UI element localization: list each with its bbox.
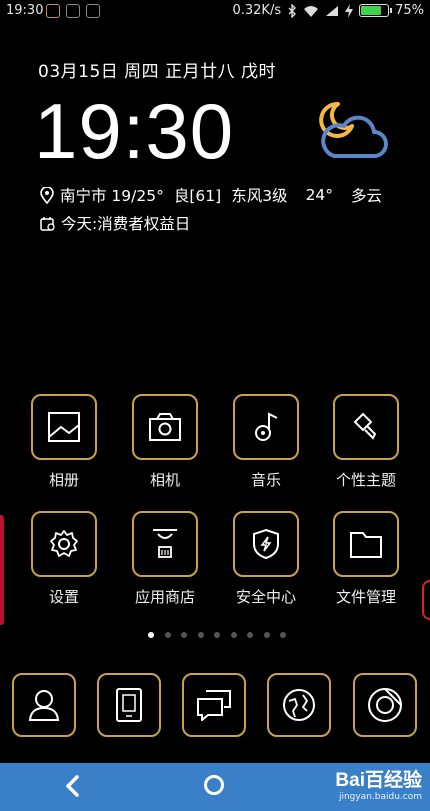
settings-gear-icon xyxy=(50,530,78,557)
app-gallery[interactable]: 相册 xyxy=(26,394,102,490)
app-label: 文件管理 xyxy=(335,588,396,606)
dock-contacts[interactable] xyxy=(12,673,76,737)
watermark-brand: Bai百经验 xyxy=(335,770,422,791)
security-shield-icon xyxy=(253,528,279,560)
today-event: 今天:消费者权益日 xyxy=(61,215,191,233)
page-dot[interactable] xyxy=(280,632,286,638)
home-icon[interactable] xyxy=(204,775,224,795)
signal-icon xyxy=(326,5,339,16)
today-line[interactable]: 今天:消费者权益日 xyxy=(40,212,190,234)
page-dot[interactable] xyxy=(164,632,171,638)
dock-phone[interactable] xyxy=(97,673,161,737)
app-label: 个性主题 xyxy=(335,471,396,489)
right-page-peek xyxy=(422,580,430,620)
app-label: 相机 xyxy=(149,471,180,489)
navigation-bar: Bai百经验 jingyan.baidu.com xyxy=(0,763,430,811)
app-security[interactable]: 安全中心 xyxy=(228,511,304,607)
page-dot[interactable] xyxy=(230,632,237,638)
notification-wechat-icon xyxy=(66,4,80,18)
browser-icon xyxy=(283,689,315,721)
charging-icon xyxy=(345,3,354,18)
app-label: 音乐 xyxy=(250,471,281,489)
app-store-bag-icon xyxy=(153,529,177,558)
camera-app-icon xyxy=(368,688,402,722)
left-page-peek xyxy=(0,515,4,625)
calendar-icon xyxy=(40,216,55,231)
app-settings[interactable]: 设置 xyxy=(26,511,102,607)
theme-brush-icon xyxy=(353,412,377,440)
folder-icon xyxy=(350,532,382,558)
messages-icon xyxy=(197,690,231,721)
status-bar: 19:30 0.32K/s 75% xyxy=(0,0,430,24)
battery-icon xyxy=(359,4,393,17)
music-icon xyxy=(255,412,278,441)
weather-condition: 多云 xyxy=(351,187,383,205)
page-dot[interactable] xyxy=(181,632,187,638)
page-dot[interactable] xyxy=(214,632,220,638)
app-label: 设置 xyxy=(48,588,79,606)
camera-icon xyxy=(149,413,181,441)
page-dot[interactable] xyxy=(197,632,204,638)
location-pin-icon xyxy=(40,186,54,204)
notification-message-icon xyxy=(86,4,100,18)
current-temperature: 24° xyxy=(305,186,334,204)
phone-icon xyxy=(116,688,142,722)
page-dot[interactable] xyxy=(148,632,154,638)
status-time: 19:30 xyxy=(6,3,44,18)
dock-browser[interactable] xyxy=(267,673,331,737)
app-label: 应用商店 xyxy=(134,588,195,606)
air-quality: 良[61] xyxy=(173,187,222,205)
gallery-icon xyxy=(48,412,80,442)
battery-percent: 75% xyxy=(395,3,424,18)
dock-camera-app[interactable] xyxy=(353,673,417,737)
watermark: Bai百经验 jingyan.baidu.com xyxy=(335,765,422,802)
page-dot[interactable] xyxy=(263,632,270,638)
network-speed: 0.32K/s xyxy=(232,3,282,18)
watermark-url: jingyan.baidu.com xyxy=(338,792,422,802)
clock-time[interactable]: 19:30 xyxy=(34,88,234,174)
page-indicator[interactable] xyxy=(148,632,286,638)
bluetooth-icon xyxy=(288,3,297,18)
wind: 东风3级 xyxy=(231,187,288,205)
page-dot[interactable] xyxy=(247,632,253,638)
app-store[interactable]: 应用商店 xyxy=(127,511,203,607)
app-label: 相册 xyxy=(48,471,79,489)
moon-cloud-icon[interactable] xyxy=(316,100,388,162)
app-files[interactable]: 文件管理 xyxy=(328,511,404,607)
weather-line[interactable]: 南宁市 19/25° 良[61] 东风3级 24° 多云 xyxy=(40,184,386,206)
notification-app-icon xyxy=(46,4,60,18)
app-music[interactable]: 音乐 xyxy=(228,394,304,490)
date-text[interactable]: 03月15日 周四 正月廿八 戊时 xyxy=(38,57,276,82)
wifi-icon xyxy=(304,5,319,17)
app-camera[interactable]: 相机 xyxy=(127,394,203,490)
dock-messages[interactable] xyxy=(182,673,246,737)
city-temperature: 南宁市 19/25° xyxy=(60,187,164,205)
app-themes[interactable]: 个性主题 xyxy=(328,394,404,490)
app-label: 安全中心 xyxy=(235,588,296,606)
contacts-icon xyxy=(28,690,60,721)
back-icon[interactable] xyxy=(62,773,84,799)
